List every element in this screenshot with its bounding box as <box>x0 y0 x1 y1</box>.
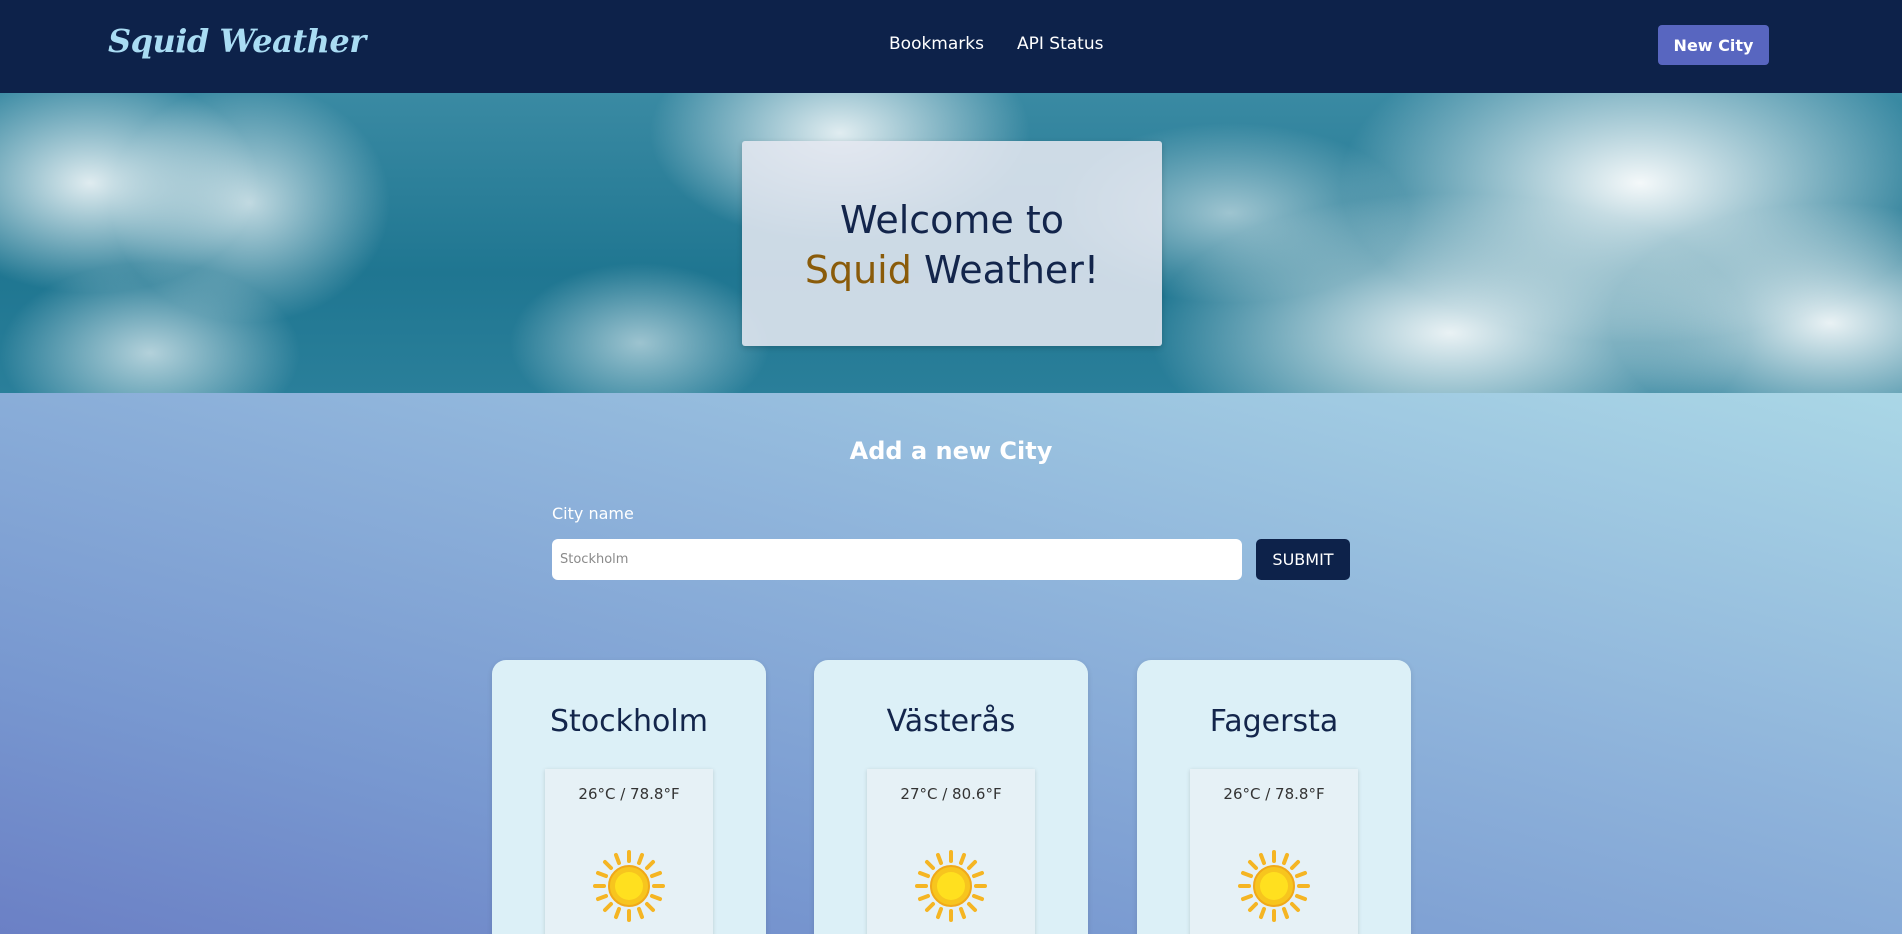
welcome-squid-word: Squid <box>804 248 912 292</box>
temperature: 26°C / 78.8°F <box>578 785 680 803</box>
city-card[interactable]: Stockholm 26°C / 78.8°F <box>492 660 766 934</box>
main-content: Add a new City City name SUBMIT Stockhol… <box>0 393 1902 934</box>
weather-box: 26°C / 78.8°F <box>1190 769 1358 934</box>
city-name: Stockholm <box>550 704 708 739</box>
welcome-card: Welcome to Squid Weather! <box>742 141 1162 346</box>
temperature: 27°C / 80.6°F <box>900 785 1002 803</box>
weather-box: 27°C / 80.6°F <box>867 769 1035 934</box>
hero-banner: Welcome to Squid Weather! <box>0 93 1902 393</box>
navbar: Squid Weather Bookmarks API Status New C… <box>0 0 1902 93</box>
nav-link-bookmarks[interactable]: Bookmarks <box>889 34 984 54</box>
sun-icon <box>915 850 987 922</box>
welcome-line-2: Squid Weather! <box>742 245 1162 295</box>
sun-icon <box>593 850 665 922</box>
sun-icon <box>1238 850 1310 922</box>
submit-button[interactable]: SUBMIT <box>1256 539 1350 580</box>
city-name: Västerås <box>886 704 1016 739</box>
nav-link-api-status[interactable]: API Status <box>1017 34 1103 54</box>
new-city-button[interactable]: New City <box>1658 25 1769 65</box>
city-name: Fagersta <box>1209 704 1339 739</box>
welcome-line-1: Welcome to <box>839 198 1065 242</box>
city-card[interactable]: Västerås 27°C / 80.6°F <box>814 660 1088 934</box>
nav-links: Bookmarks API Status <box>889 34 1103 54</box>
welcome-weather-word: Weather! <box>923 248 1100 292</box>
city-name-input[interactable] <box>552 539 1242 580</box>
city-card[interactable]: Fagersta 26°C / 78.8°F <box>1137 660 1411 934</box>
city-cards: Stockholm 26°C / 78.8°F Västerås 27°C / … <box>492 660 1412 934</box>
temperature: 26°C / 78.8°F <box>1223 785 1325 803</box>
logo[interactable]: Squid Weather <box>108 22 366 60</box>
weather-box: 26°C / 78.8°F <box>545 769 713 934</box>
city-name-label: City name <box>552 504 634 523</box>
add-city-title: Add a new City <box>849 437 1053 465</box>
